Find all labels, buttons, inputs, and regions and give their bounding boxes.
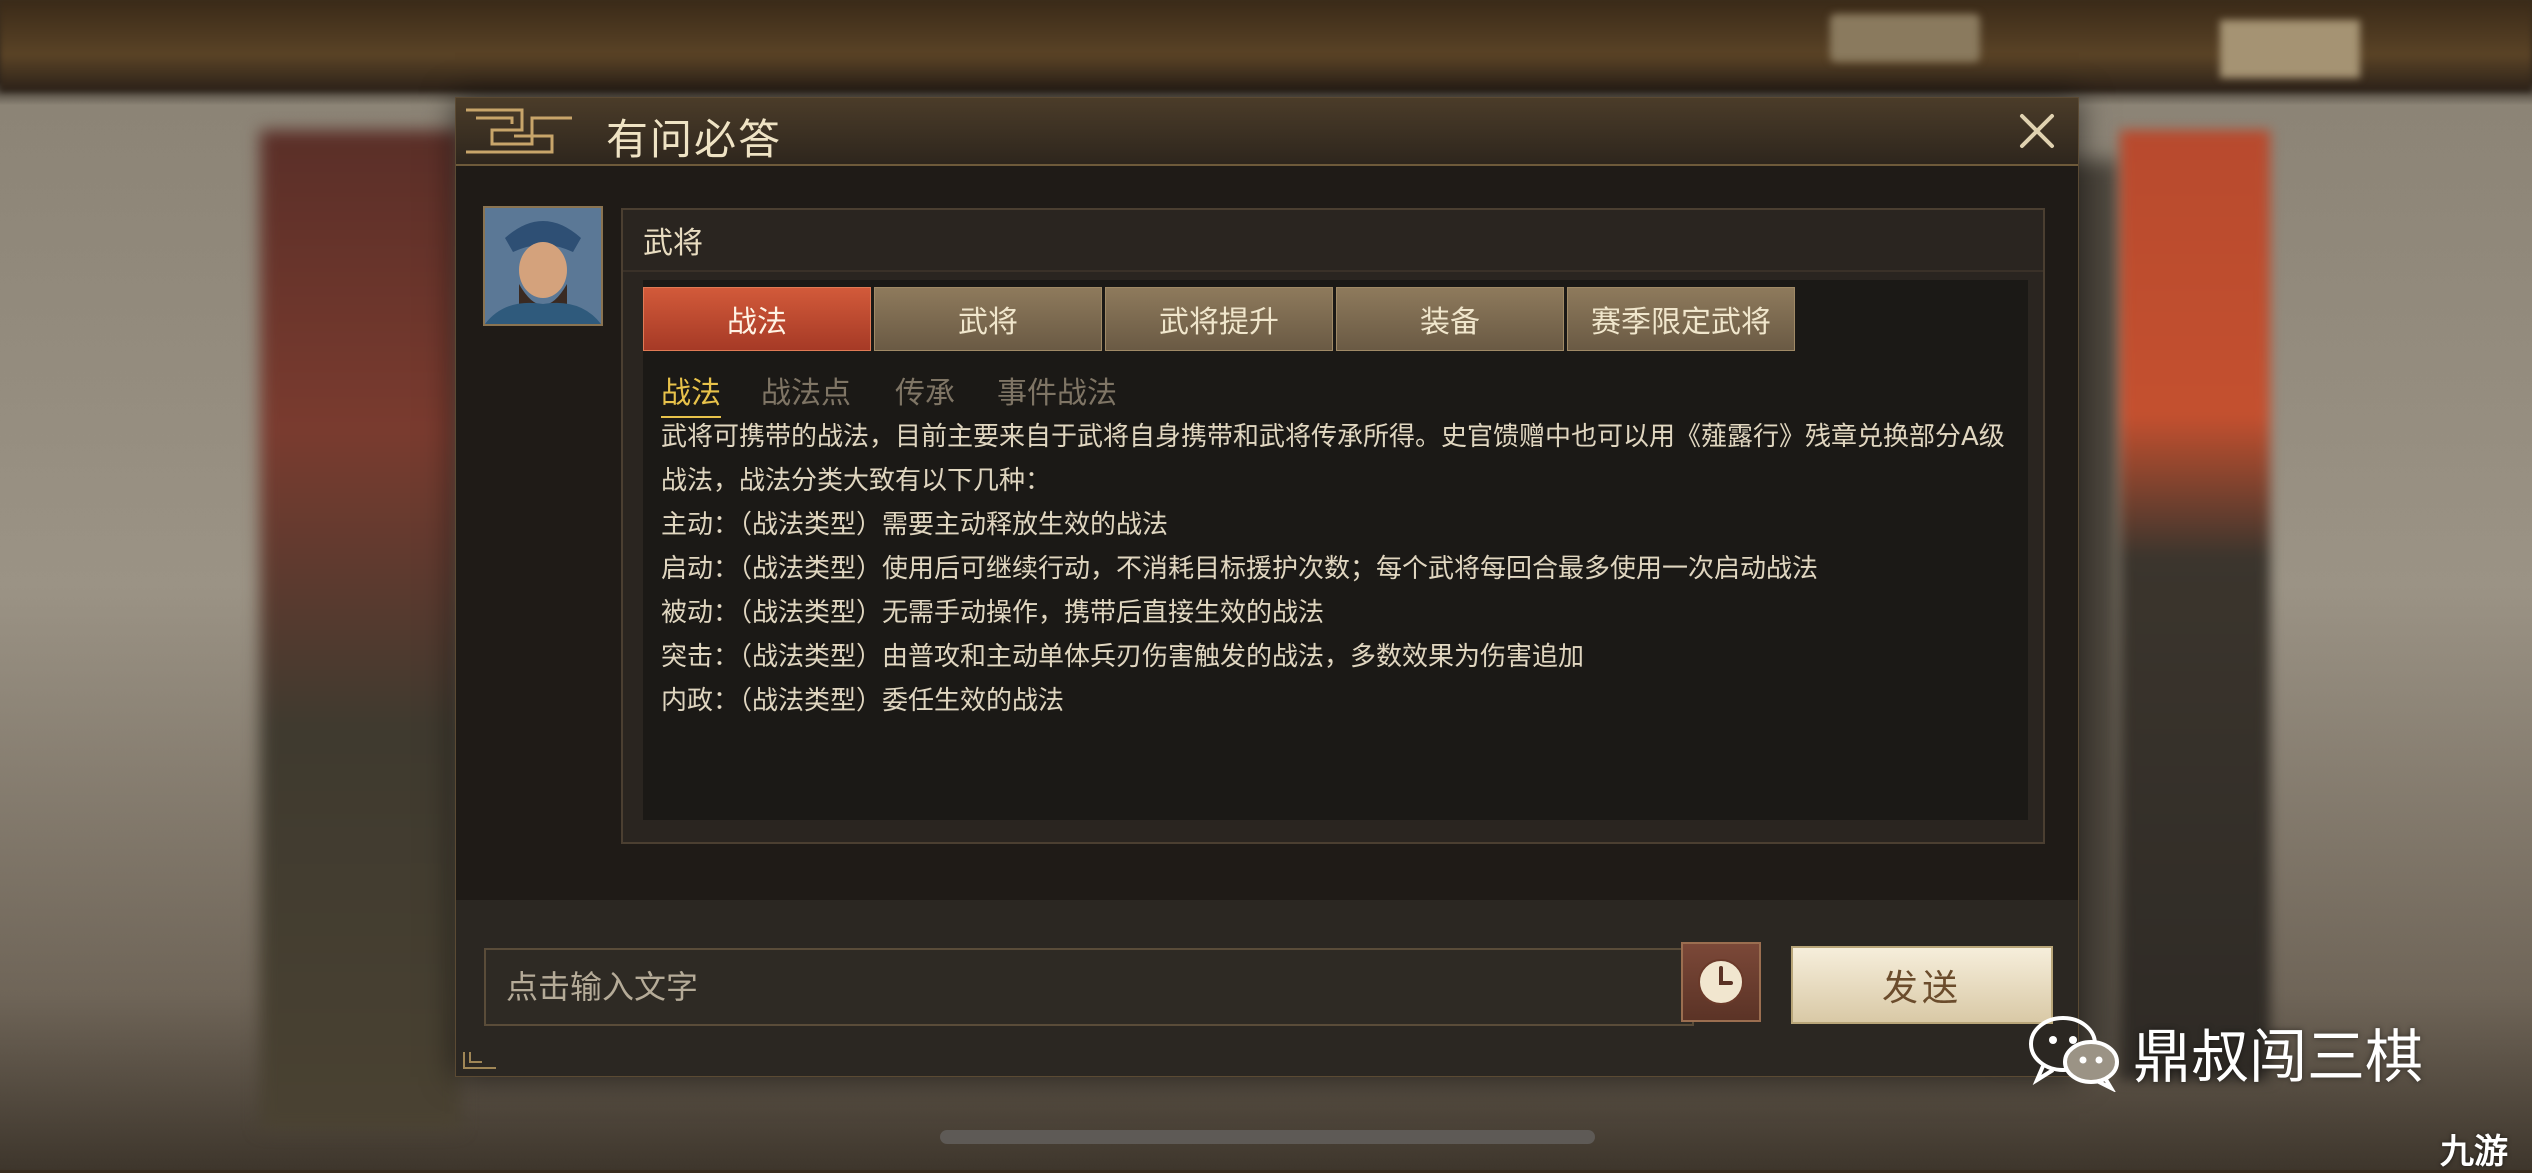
section-title: 武将 xyxy=(643,226,703,261)
home-indicator[interactable] xyxy=(940,1130,1595,1144)
wechat-icon xyxy=(2029,1016,2119,1092)
help-line: 启动：（战法类型）使用后可继续行动，不消耗目标援护次数；每个武将每回合最多使用一… xyxy=(661,554,1819,584)
background-button xyxy=(2220,20,2360,78)
message-input[interactable] xyxy=(484,948,1694,1026)
help-line: 突击：（战法类型）由普攻和主动单体兵刃伤害触发的战法，多数效果为伤害追加 xyxy=(661,642,1585,672)
dialog-header: 有问必答 xyxy=(456,98,2078,166)
subtab-zhanfa-dian[interactable]: 战法点 xyxy=(761,368,851,416)
site-logo: 九游 xyxy=(2440,1132,2508,1172)
ornament-icon xyxy=(466,108,572,154)
background-left-panel xyxy=(260,130,460,1130)
background-button xyxy=(1830,14,1980,62)
tab-wujiang-tisheng[interactable]: 武将提升 xyxy=(1105,287,1333,351)
background-right-banner xyxy=(2120,130,2270,1080)
dialog-footer: 发送 xyxy=(456,900,2078,1076)
close-icon[interactable] xyxy=(2008,102,2066,160)
watermark-text: 鼎叔闯三棋 xyxy=(2133,1023,2424,1091)
help-dialog: 有问必答 武将 战法 武将 武将提升 装备 赛季限定武将 战法 战法点 传承 事… xyxy=(455,97,2079,1077)
content-area: 战法 武将 武将提升 装备 赛季限定武将 战法 战法点 传承 事件战法 武将可携… xyxy=(643,280,2028,820)
history-button[interactable] xyxy=(1681,942,1761,1022)
background-top-bar xyxy=(0,0,2532,92)
subtab-event-zhanfa[interactable]: 事件战法 xyxy=(997,368,1117,416)
tab-zhanfa[interactable]: 战法 xyxy=(643,287,871,351)
avatar xyxy=(483,206,603,326)
send-button[interactable]: 发送 xyxy=(1791,946,2053,1024)
help-line: 内政：（战法类型）委任生效的战法 xyxy=(661,686,1065,716)
help-text: 武将可携带的战法，目前主要来自于武将自身携带和武将传承所得。史官馈赠中也可以用《… xyxy=(661,415,2021,723)
tab-wujiang[interactable]: 武将 xyxy=(874,287,1102,351)
help-line: 主动：（战法类型）需要主动释放生效的战法 xyxy=(661,510,1169,540)
subtab-chuancheng[interactable]: 传承 xyxy=(895,368,955,416)
help-paragraph: 武将可携带的战法，目前主要来自于武将自身携带和武将传承所得。史官馈赠中也可以用《… xyxy=(661,422,2005,496)
ornament-icon xyxy=(463,1052,496,1069)
content-panel: 武将 战法 武将 武将提升 装备 赛季限定武将 战法 战法点 传承 事件战法 武… xyxy=(621,208,2045,844)
general-portrait-icon xyxy=(485,208,601,324)
tab-season-generals[interactable]: 赛季限定武将 xyxy=(1567,287,1795,351)
clock-icon xyxy=(1698,959,1744,1005)
dialog-title: 有问必答 xyxy=(606,115,783,164)
help-line: 被动：（战法类型）无需手动操作，携带后直接生效的战法 xyxy=(661,598,1325,628)
divider xyxy=(623,270,2043,272)
subtab-zhanfa[interactable]: 战法 xyxy=(661,368,721,418)
watermark: 鼎叔闯三棋 xyxy=(2025,1010,2423,1094)
tab-zhuangbei[interactable]: 装备 xyxy=(1336,287,1564,351)
